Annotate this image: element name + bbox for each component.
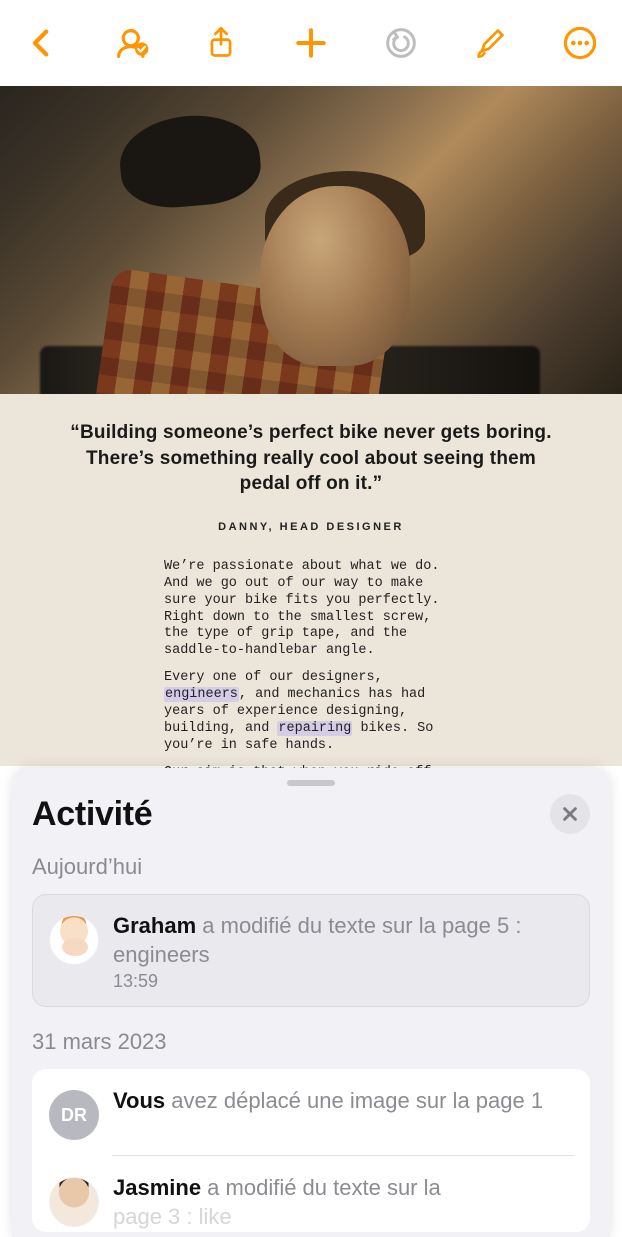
paragraph-2[interactable]: Every one of our designers, engineers, a… xyxy=(164,670,462,754)
activity-item[interactable]: Graham a modifié du texte sur la page 5 … xyxy=(32,894,590,1007)
share-button[interactable] xyxy=(191,13,251,73)
activity-text-cutoff: page 3 : like xyxy=(113,1202,573,1231)
paragraph-1[interactable]: We’re passionate about what we do. And w… xyxy=(164,559,462,660)
activity-card-today: Graham a modifié du texte sur la page 5 … xyxy=(32,894,590,1007)
section-today: Aujourd’hui xyxy=(32,852,590,894)
activity-text: Vous avez déplacé une image sur la page … xyxy=(113,1086,573,1115)
activity-who: Graham xyxy=(113,913,196,938)
activity-text: Jasmine a modifié du texte sur la xyxy=(113,1173,573,1202)
activity-item[interactable]: DR Vous avez déplacé une image sur la pa… xyxy=(32,1069,590,1155)
activity-who: Jasmine xyxy=(113,1175,201,1200)
back-button[interactable] xyxy=(12,13,72,73)
highlight-engineers[interactable]: engineers xyxy=(164,687,239,702)
activity-panel: Activité Aujourd’hui Graham a modifié du… xyxy=(12,768,610,1237)
activity-item[interactable]: Jasmine a modifié du texte sur la page 3… xyxy=(32,1156,590,1232)
pull-quote: “Building someone’s perfect bike never g… xyxy=(0,394,622,507)
quote-attribution: DANNY, HEAD DESIGNER xyxy=(0,507,622,559)
undo-button[interactable] xyxy=(371,13,431,73)
document-canvas[interactable]: “Building someone’s perfect bike never g… xyxy=(0,86,622,766)
activity-rest: a modifié du texte sur la xyxy=(201,1175,441,1200)
highlight-repairing[interactable]: repairing xyxy=(277,721,352,736)
sheet-grabber[interactable] xyxy=(287,780,335,786)
activity-text: Graham a modifié du texte sur la page 5 … xyxy=(113,911,573,969)
add-button[interactable] xyxy=(281,13,341,73)
avatar-you: DR xyxy=(49,1090,99,1140)
hero-image xyxy=(0,86,622,394)
activity-rest: avez déplacé une image sur la page 1 xyxy=(165,1088,543,1113)
section-date: 31 mars 2023 xyxy=(32,1007,590,1069)
activity-time: 13:59 xyxy=(113,971,573,992)
panel-title: Activité xyxy=(32,795,152,834)
activity-who: Vous xyxy=(113,1088,165,1113)
collaboration-button[interactable] xyxy=(102,13,162,73)
activity-card-date: DR Vous avez déplacé une image sur la pa… xyxy=(32,1069,590,1232)
avatar-jasmine xyxy=(49,1177,99,1227)
toolbar xyxy=(0,0,622,86)
close-button[interactable] xyxy=(550,794,590,834)
more-button[interactable] xyxy=(550,13,610,73)
text-run[interactable]: Every one of our designers, xyxy=(164,670,383,685)
avatar-graham xyxy=(49,915,99,965)
format-brush-button[interactable] xyxy=(460,13,520,73)
